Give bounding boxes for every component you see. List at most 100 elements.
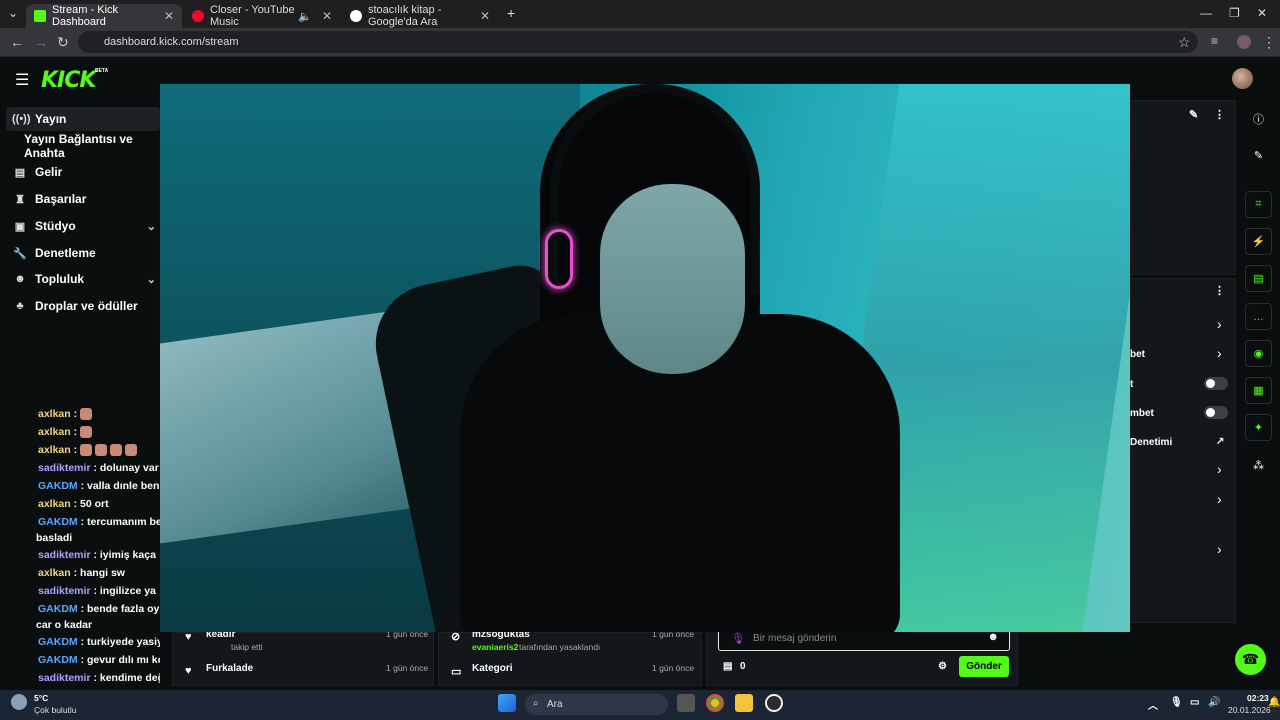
browser-tab-bar: ⌄ Stream - Kick Dashboard ✕ Closer - You… bbox=[0, 0, 1280, 28]
network-icon[interactable]: ▭ bbox=[1190, 697, 1199, 708]
chat-username[interactable]: sadiktemir bbox=[38, 549, 91, 561]
wrench-icon[interactable]: ✦ bbox=[1245, 414, 1272, 441]
reload-icon[interactable]: ↻ bbox=[57, 34, 69, 51]
chat-username[interactable]: GAKDM bbox=[38, 636, 78, 648]
chevron-right-icon[interactable]: › bbox=[1217, 541, 1222, 557]
connections-icon[interactable]: ⁂ bbox=[1245, 452, 1272, 479]
chevron-right-icon[interactable]: › bbox=[1217, 461, 1222, 477]
tab-google-search[interactable]: stoacılık kitap - Google'da Ara ✕ bbox=[342, 4, 498, 28]
panel-menu-icon[interactable]: ⋮ bbox=[1214, 108, 1225, 121]
sidebar-item-denetleme[interactable]: 🔧 Denetleme bbox=[0, 241, 160, 265]
close-window-icon[interactable]: ✕ bbox=[1257, 6, 1267, 20]
info-icon[interactable]: ⓘ bbox=[1245, 105, 1272, 132]
activity-name[interactable]: Furkalade bbox=[206, 663, 253, 674]
chevron-right-icon[interactable]: › bbox=[1217, 491, 1222, 507]
activity-name[interactable]: Kategori bbox=[472, 663, 513, 674]
chat-bubble-icon[interactable]: … bbox=[1245, 303, 1272, 330]
chat-username[interactable]: axlkan bbox=[38, 498, 71, 510]
chevron-right-icon[interactable]: › bbox=[1217, 316, 1222, 332]
send-button[interactable]: Gönder bbox=[959, 656, 1009, 677]
chevron-right-icon[interactable]: › bbox=[1217, 345, 1222, 361]
sidebar-item-label: Stüdyo bbox=[35, 219, 76, 233]
kick-logo[interactable]: KICK bbox=[41, 68, 96, 93]
layout-icon[interactable]: ▦ bbox=[1245, 377, 1272, 404]
close-tab-icon[interactable]: ✕ bbox=[480, 9, 490, 23]
tab-search-icon[interactable]: ⌄ bbox=[8, 6, 18, 20]
task-view-icon[interactable] bbox=[677, 694, 695, 712]
close-tab-icon[interactable]: ✕ bbox=[164, 9, 174, 23]
help-support-button[interactable]: ☎ bbox=[1235, 644, 1266, 675]
sidebar-item-stream-key[interactable]: Yayın Bağlantısı ve Anahta bbox=[0, 132, 160, 160]
sidebar-item-basarilar[interactable]: ♜ Başarılar bbox=[0, 187, 160, 211]
edit-icon[interactable]: ✎ bbox=[1245, 142, 1272, 169]
back-icon[interactable]: ← bbox=[10, 34, 24, 50]
steam-icon[interactable] bbox=[765, 694, 783, 712]
notification-bell-icon[interactable]: 🔔 bbox=[1268, 697, 1280, 708]
settings-toggle[interactable] bbox=[1204, 406, 1228, 419]
store-icon[interactable]: ▤ bbox=[723, 661, 732, 672]
chrome-icon[interactable] bbox=[706, 694, 724, 712]
close-tab-icon[interactable]: ✕ bbox=[322, 9, 332, 23]
settings-toggle[interactable] bbox=[1204, 377, 1228, 390]
chat-message: axlkan : bbox=[38, 408, 93, 421]
activity-user[interactable]: evaniaeris2 bbox=[472, 642, 518, 652]
profile-avatar-icon[interactable] bbox=[1237, 35, 1251, 49]
chat-username[interactable]: GAKDM bbox=[38, 654, 78, 666]
microphone-tray-icon[interactable]: 🎙 bbox=[1170, 697, 1183, 708]
volume-icon[interactable]: 🔊 bbox=[1208, 697, 1220, 708]
browser-menu-icon[interactable]: ⋮ bbox=[1262, 34, 1276, 51]
camera-focus-icon[interactable]: ⌗ bbox=[1245, 191, 1272, 218]
forward-icon[interactable]: → bbox=[34, 34, 48, 50]
clock-time[interactable]: 02:23 bbox=[1247, 693, 1269, 703]
chat-username[interactable]: GAKDM bbox=[38, 603, 78, 615]
minimize-icon[interactable]: — bbox=[1200, 6, 1212, 20]
sidebar-item-studyo[interactable]: ▣ Stüdyo ⌄ bbox=[0, 214, 160, 238]
lightning-icon[interactable]: ⚡ bbox=[1245, 228, 1272, 255]
microphone-icon[interactable]: 🎙 bbox=[731, 632, 745, 645]
tab-kick-dashboard[interactable]: Stream - Kick Dashboard ✕ bbox=[26, 4, 182, 28]
external-link-icon[interactable]: ↗ bbox=[1216, 436, 1224, 447]
speaker-icon[interactable]: 🔈 bbox=[298, 10, 312, 23]
clock-date[interactable]: 20.01.2026 bbox=[1228, 705, 1271, 715]
sidebar-item-droplar[interactable]: ♣ Droplar ve ödüller bbox=[0, 294, 160, 318]
chat-username[interactable]: GAKDM bbox=[38, 516, 78, 528]
broadcast-icon[interactable]: ◉ bbox=[1245, 340, 1272, 367]
youtube-music-favicon-icon bbox=[192, 10, 204, 22]
url-input[interactable]: dashboard.kick.com/stream bbox=[78, 31, 1198, 53]
chat-username[interactable]: sadiktemir bbox=[38, 672, 91, 684]
emoji-icon[interactable]: ☻ bbox=[987, 631, 999, 643]
chat-text: : valla dınle ben bbox=[80, 480, 160, 492]
chat-username[interactable]: axlkan bbox=[38, 444, 71, 456]
maximize-icon[interactable]: ❐ bbox=[1229, 6, 1240, 20]
taskbar-search[interactable]: ⌕ Ara bbox=[525, 694, 668, 715]
file-explorer-icon[interactable] bbox=[735, 694, 753, 712]
edit-pencil-icon[interactable]: ✎ bbox=[1189, 108, 1198, 121]
chat-message: sadiktemir : iyimiş kaça bbox=[38, 549, 156, 561]
new-tab-icon[interactable]: + bbox=[507, 5, 515, 21]
chat-username[interactable]: GAKDM bbox=[38, 480, 78, 492]
stream-video-preview[interactable] bbox=[160, 84, 1130, 632]
weather-icon[interactable] bbox=[11, 694, 27, 710]
notes-icon[interactable]: ▤ bbox=[1245, 265, 1272, 292]
sidebar-item-label: Droplar ve ödüller bbox=[35, 299, 138, 313]
sidebar-item-yayin[interactable]: ((•)) Yayın bbox=[6, 107, 160, 131]
tab-youtube-music[interactable]: Closer - YouTube Music 🔈 ✕ bbox=[184, 4, 340, 28]
chat-username[interactable]: sadiktemir bbox=[38, 585, 91, 597]
activity-desc: tarafından yasaklandı bbox=[519, 642, 601, 652]
sidebar-item-gelir[interactable]: ▤ Gelir bbox=[0, 160, 160, 184]
chat-settings-gear-icon[interactable]: ⚙ bbox=[938, 661, 947, 672]
media-controls-icon[interactable]: ≡ bbox=[1211, 34, 1218, 48]
panel-menu-icon[interactable]: ⋮ bbox=[1214, 284, 1225, 297]
chat-username[interactable]: axlkan bbox=[38, 426, 71, 438]
sidebar-item-label: Yayın bbox=[35, 112, 67, 126]
chat-username[interactable]: sadiktemir bbox=[38, 462, 91, 474]
chat-username[interactable]: axlkan bbox=[38, 567, 71, 579]
bookmark-star-icon[interactable]: ☆ bbox=[1178, 34, 1191, 51]
hamburger-menu-icon[interactable]: ☰ bbox=[15, 70, 29, 90]
user-avatar[interactable] bbox=[1232, 68, 1253, 89]
tray-chevron-icon[interactable]: ︿ bbox=[1148, 697, 1158, 712]
windows-start-icon[interactable] bbox=[498, 694, 516, 712]
chat-username[interactable]: axlkan bbox=[38, 408, 71, 420]
sidebar-item-topluluk[interactable]: ☻ Topluluk ⌄ bbox=[0, 267, 160, 291]
google-favicon-icon bbox=[350, 10, 362, 22]
